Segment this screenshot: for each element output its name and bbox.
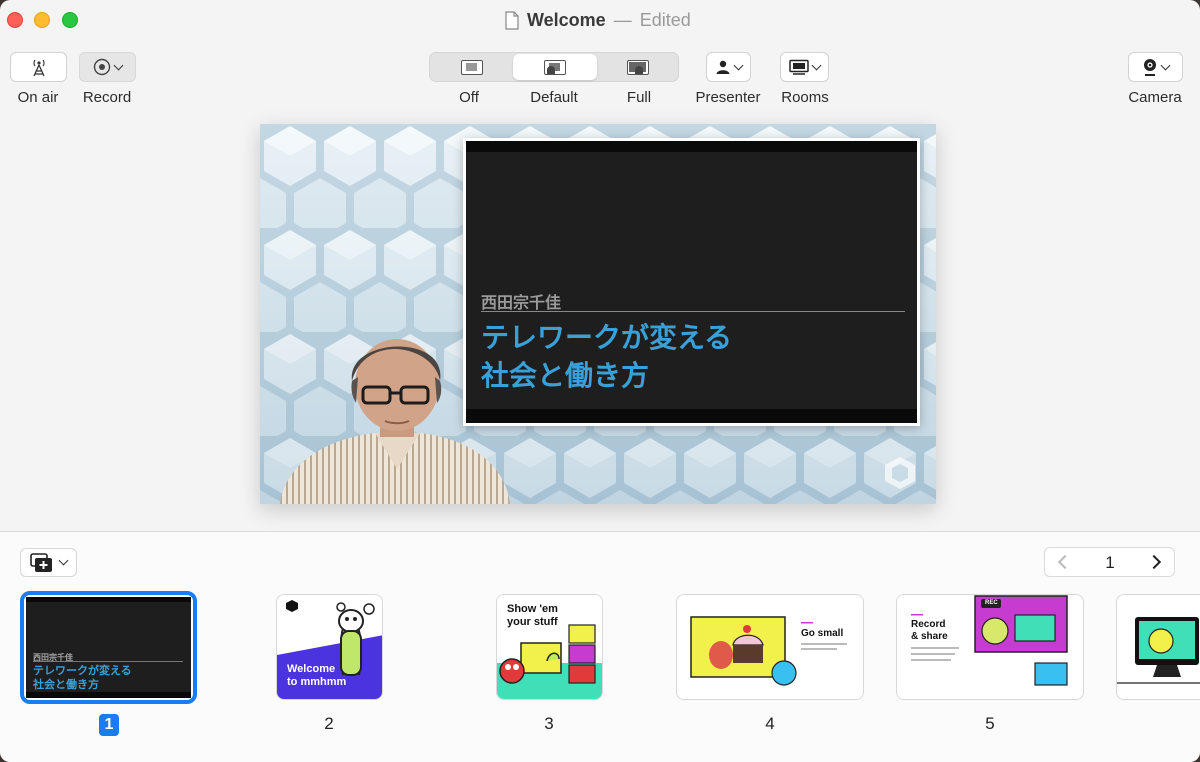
rec-badge: REC (985, 600, 998, 606)
slide-bottom-bar (466, 409, 917, 423)
slide-thumbnail-3[interactable]: Show 'em your stuff (496, 594, 603, 700)
layout-full-icon (627, 59, 649, 75)
title-bar: Welcome — Edited (0, 0, 1200, 40)
add-slide-icon (30, 552, 52, 572)
slide-divider (481, 311, 905, 312)
layout-default-label: Default (530, 89, 578, 106)
layout-default-button[interactable] (513, 54, 597, 80)
on-air-button[interactable] (10, 52, 67, 82)
slide-thumbnail-1[interactable]: 西田宗千佳 テレワークが変える 社会と働き方 (20, 591, 197, 704)
thumbnail-4-number[interactable]: 4 (758, 714, 782, 734)
slide-pager: 1 (1044, 547, 1175, 577)
thumbnail-5-title: Record & share (911, 619, 948, 643)
window-title: Welcome — Edited (505, 9, 691, 31)
app-window: Welcome — Edited On air Record Off Defau… (0, 0, 1200, 762)
thumbnail-2-title-line-2: to mmhmm (287, 676, 347, 688)
room-icon (789, 59, 809, 75)
chevron-down-icon (58, 555, 69, 566)
next-slide-button[interactable] (1138, 548, 1174, 576)
chevron-down-icon (1160, 60, 1171, 70)
thumbnail-3-title-line-1: Show 'em (507, 603, 558, 615)
camera-button[interactable] (1128, 52, 1183, 82)
thumbnail-5-title-line-1: Record (911, 619, 946, 630)
record-button[interactable] (79, 52, 136, 82)
thumbnail-4-art (677, 595, 863, 699)
webcam-icon (1144, 59, 1156, 76)
document-icon (505, 10, 519, 30)
mmhmm-logo-icon (885, 457, 915, 489)
slide-thumbnail-4[interactable]: Go small (676, 594, 864, 700)
slide-window[interactable]: 西田宗千佳 テレワークが変える 社会と働き方 (463, 138, 920, 426)
maximize-window-button[interactable] (62, 12, 78, 28)
slide-content: 西田宗千佳 テレワークが変える 社会と働き方 (466, 141, 917, 423)
presentation-stage[interactable]: 西田宗千佳 テレワークが変える 社会と働き方 (260, 124, 936, 504)
record-label: Record (82, 89, 132, 106)
current-page-number: 1 (1105, 553, 1115, 572)
on-air-label: On air (17, 89, 59, 106)
layout-segmented-control (429, 52, 679, 82)
rooms-label: Rooms (781, 89, 829, 106)
slide-thumbnail-6[interactable] (1116, 594, 1200, 700)
chevron-down-icon (733, 60, 744, 70)
layout-off-icon (461, 59, 483, 75)
layout-off-label: Off (459, 89, 479, 106)
thumbnail-1-title-line-1: テレワークが変える (33, 664, 132, 677)
thumbnail-3-title: Show 'em your stuff (507, 603, 558, 629)
close-window-button[interactable] (7, 12, 23, 28)
presenter-button[interactable] (706, 52, 751, 82)
layout-full-button[interactable] (598, 54, 678, 80)
thumbnail-3-title-line-2: your stuff (507, 616, 558, 628)
slide-author: 西田宗千佳 (481, 293, 562, 312)
thumbnail-2-title: Welcome to mmhmm (287, 663, 346, 689)
camera-label: Camera (1128, 89, 1182, 106)
slide-thumbnail-2[interactable]: Welcome to mmhmm (276, 594, 383, 700)
presenter-video[interactable] (280, 329, 510, 504)
chevron-down-icon (113, 60, 124, 70)
broadcast-tower-icon (32, 59, 45, 77)
thumbnail-6-art (1117, 595, 1200, 699)
thumbnail-4-title: Go small (801, 628, 844, 639)
layout-off-button[interactable] (432, 54, 512, 80)
minimize-window-button[interactable] (34, 12, 50, 28)
layout-default-icon (544, 59, 566, 75)
thumbnail-5-title-line-2: & share (911, 631, 948, 642)
thumbnail-5-art (897, 595, 1083, 699)
layout-full-label: Full (626, 89, 652, 106)
edited-status: Edited (639, 9, 691, 30)
slide-title-line-2: 社会と働き方 (481, 359, 650, 392)
add-slide-button[interactable] (20, 548, 77, 577)
rooms-button[interactable] (780, 52, 829, 82)
previous-slide-button[interactable] (1045, 548, 1081, 576)
thumbnail-1-title: テレワークが変える 社会と働き方 (33, 664, 132, 692)
presenter-label: Presenter (695, 89, 761, 106)
slide-title: テレワークが変える 社会と働き方 (481, 319, 732, 395)
slide-thumbnail-5[interactable]: REC Record & share (896, 594, 1084, 700)
chevron-right-icon (1146, 554, 1162, 570)
document-title: Welcome (527, 9, 606, 30)
thumbnail-2-title-line-1: Welcome (287, 663, 336, 675)
thumbnail-2-number[interactable]: 2 (317, 714, 341, 734)
thumbnail-1-title-line-2: 社会と働き方 (33, 678, 99, 691)
chevron-down-icon (811, 60, 822, 70)
thumbnail-1-number[interactable]: 1 (99, 714, 119, 736)
thumbnail-1-slide: 西田宗千佳 テレワークが変える 社会と働き方 (26, 597, 191, 698)
slide-top-bar (466, 141, 917, 152)
person-icon (716, 60, 730, 74)
record-icon (93, 58, 111, 76)
title-separator: — (613, 9, 632, 30)
thumbnail-5-number[interactable]: 5 (978, 714, 1002, 734)
slide-title-line-1: テレワークが変える (481, 321, 733, 354)
thumbnail-3-number[interactable]: 3 (537, 714, 561, 734)
chevron-left-icon (1057, 554, 1073, 570)
